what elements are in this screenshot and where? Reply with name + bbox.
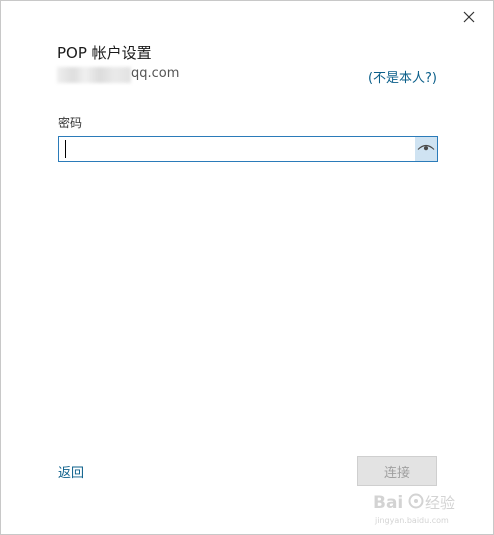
close-icon <box>463 11 475 23</box>
dialog-title: POP 帐户设置 <box>57 44 152 62</box>
redacted-email-username <box>57 67 131 83</box>
text-caret <box>65 140 66 158</box>
password-label: 密码 <box>58 116 83 130</box>
password-input[interactable] <box>59 137 413 161</box>
eye-icon <box>417 144 435 151</box>
close-button[interactable] <box>459 7 479 27</box>
svg-text:jingyan.baidu.com: jingyan.baidu.com <box>374 516 449 525</box>
reveal-password-button[interactable] <box>415 137 437 161</box>
account-email-row: qq.com (不是本人?) <box>57 65 437 86</box>
svg-text:经验: 经验 <box>425 494 455 512</box>
password-field[interactable] <box>58 136 438 162</box>
back-link[interactable]: 返回 <box>58 462 84 481</box>
email-domain: qq.com <box>131 66 180 81</box>
connect-button[interactable]: 连接 <box>357 456 437 486</box>
svg-text:Bai: Bai <box>373 493 403 513</box>
baidu-jingyan-watermark: Bai 经验 jingyan.baidu.com <box>373 493 455 525</box>
not-me-link[interactable]: (不是本人?) <box>368 67 437 86</box>
pop-account-settings-dialog: POP 帐户设置 qq.com (不是本人?) 密码 返回 连接 Bai 经验 … <box>0 0 494 535</box>
